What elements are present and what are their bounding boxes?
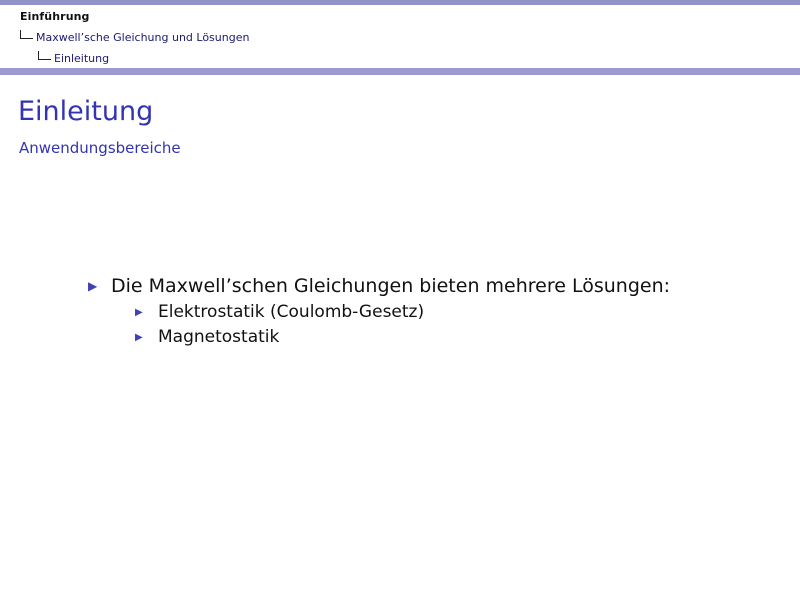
sub-list-item: ▶ Elektrostatik (Coulomb-Gesetz) (86, 300, 766, 325)
triangle-bullet-icon: ▶ (135, 332, 143, 343)
header-band (0, 68, 800, 75)
frame-subtitle: Anwendungsbereiche (19, 139, 181, 157)
list-item-text: Die Maxwell’schen Gleichungen bieten meh… (111, 275, 671, 297)
list-item: ▶ Die Maxwell’schen Gleichungen bieten m… (86, 272, 766, 300)
breadcrumb-section[interactable]: Einführung (0, 6, 800, 27)
tree-branch-icon (20, 30, 33, 39)
breadcrumb-subsection-label: Maxwell’sche Gleichung und Lösungen (36, 31, 250, 44)
breadcrumb-subsubsection-label: Einleitung (54, 52, 110, 65)
tree-branch-icon (38, 51, 51, 60)
sub-list-item-text: Magnetostatik (158, 327, 280, 347)
frame-title: Einleitung (18, 96, 154, 127)
slide-content: ▶ Die Maxwell’schen Gleichungen bieten m… (86, 272, 766, 350)
sub-list-item: ▶ Magnetostatik (86, 325, 766, 350)
breadcrumb-subsubsection[interactable]: Einleitung (0, 48, 800, 69)
triangle-bullet-icon: ▶ (135, 307, 143, 318)
header-top-bar (0, 0, 800, 5)
slide: Einführung Maxwell’sche Gleichung und Lö… (0, 0, 800, 600)
breadcrumb-subsection[interactable]: Maxwell’sche Gleichung und Lösungen (0, 27, 800, 48)
breadcrumb: Einführung Maxwell’sche Gleichung und Lö… (0, 6, 800, 69)
triangle-bullet-icon: ▶ (88, 279, 98, 293)
sub-list-item-text: Elektrostatik (Coulomb-Gesetz) (158, 302, 425, 322)
breadcrumb-section-label: Einführung (20, 10, 90, 23)
